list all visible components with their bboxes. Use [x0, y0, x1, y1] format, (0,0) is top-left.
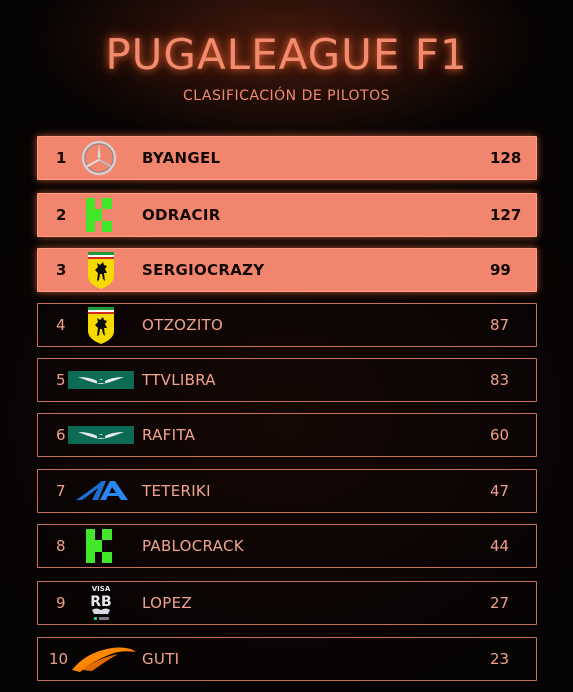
- points: 127: [490, 206, 522, 224]
- standings-row[interactable]: 9 VISA RB LOPEZ 27: [37, 581, 537, 625]
- standings-row[interactable]: 3 SERGIOCRAZY 99: [37, 248, 537, 292]
- standings-row[interactable]: 4 OTZOZITO 87: [37, 303, 537, 347]
- points: 128: [490, 149, 522, 167]
- standings-row[interactable]: 8 PABLOCRACK 44: [37, 524, 537, 568]
- position: 3: [56, 261, 67, 279]
- position: 8: [56, 537, 66, 555]
- standings-row[interactable]: 2 ODRACIR 127: [37, 193, 537, 237]
- driver-name: BYANGEL: [142, 149, 221, 167]
- standings-row[interactable]: 7 TETERIKI 47: [37, 469, 537, 513]
- standings-row[interactable]: 6 RAFITA 60: [37, 413, 537, 457]
- svg-text:RB: RB: [90, 594, 111, 610]
- driver-name: LOPEZ: [142, 594, 192, 612]
- page-title: PUGALEAGUE F1: [105, 30, 468, 79]
- driver-name: ODRACIR: [142, 206, 221, 224]
- mclaren-icon: [68, 644, 138, 674]
- svg-text:VISA: VISA: [92, 585, 111, 593]
- points: 44: [490, 537, 510, 555]
- driver-name: OTZOZITO: [142, 316, 224, 334]
- position: 5: [56, 371, 66, 389]
- aston-martin-icon: [68, 426, 134, 444]
- page-subtitle: CLASIFICACIÓN DE PILOTOS: [182, 88, 391, 104]
- position: 2: [56, 206, 67, 224]
- position: 4: [56, 316, 66, 334]
- ferrari-icon: [86, 305, 116, 345]
- points: 23: [490, 650, 510, 668]
- kick-sauber-icon: [84, 196, 116, 234]
- driver-name: TETERIKI: [142, 482, 211, 500]
- mercedes-icon: [80, 139, 118, 177]
- points: 87: [490, 316, 510, 334]
- standings-row[interactable]: 1 BYANGEL 128: [37, 136, 537, 180]
- position: 10: [49, 650, 69, 668]
- position: 1: [56, 149, 67, 167]
- driver-name: PABLOCRACK: [142, 537, 244, 555]
- points: 83: [490, 371, 510, 389]
- driver-name: SERGIOCRAZY: [142, 261, 265, 279]
- alpine-icon: [74, 478, 130, 504]
- points: 60: [490, 426, 510, 444]
- standings-row[interactable]: 10 GUTI 23: [37, 637, 537, 681]
- position: 6: [56, 426, 66, 444]
- aston-martin-icon: [68, 371, 134, 389]
- points: 47: [490, 482, 510, 500]
- position: 7: [56, 482, 66, 500]
- position: 9: [56, 594, 66, 612]
- driver-name: GUTI: [142, 650, 180, 668]
- points: 27: [490, 594, 510, 612]
- standings-row[interactable]: 5 TTVLIBRA 83: [37, 358, 537, 402]
- points: 99: [490, 261, 511, 279]
- driver-name: TTVLIBRA: [142, 371, 216, 389]
- driver-name: RAFITA: [142, 426, 196, 444]
- visa-rb-icon: VISA RB: [86, 583, 116, 623]
- kick-sauber-icon: [84, 527, 116, 565]
- ferrari-icon: [86, 250, 116, 290]
